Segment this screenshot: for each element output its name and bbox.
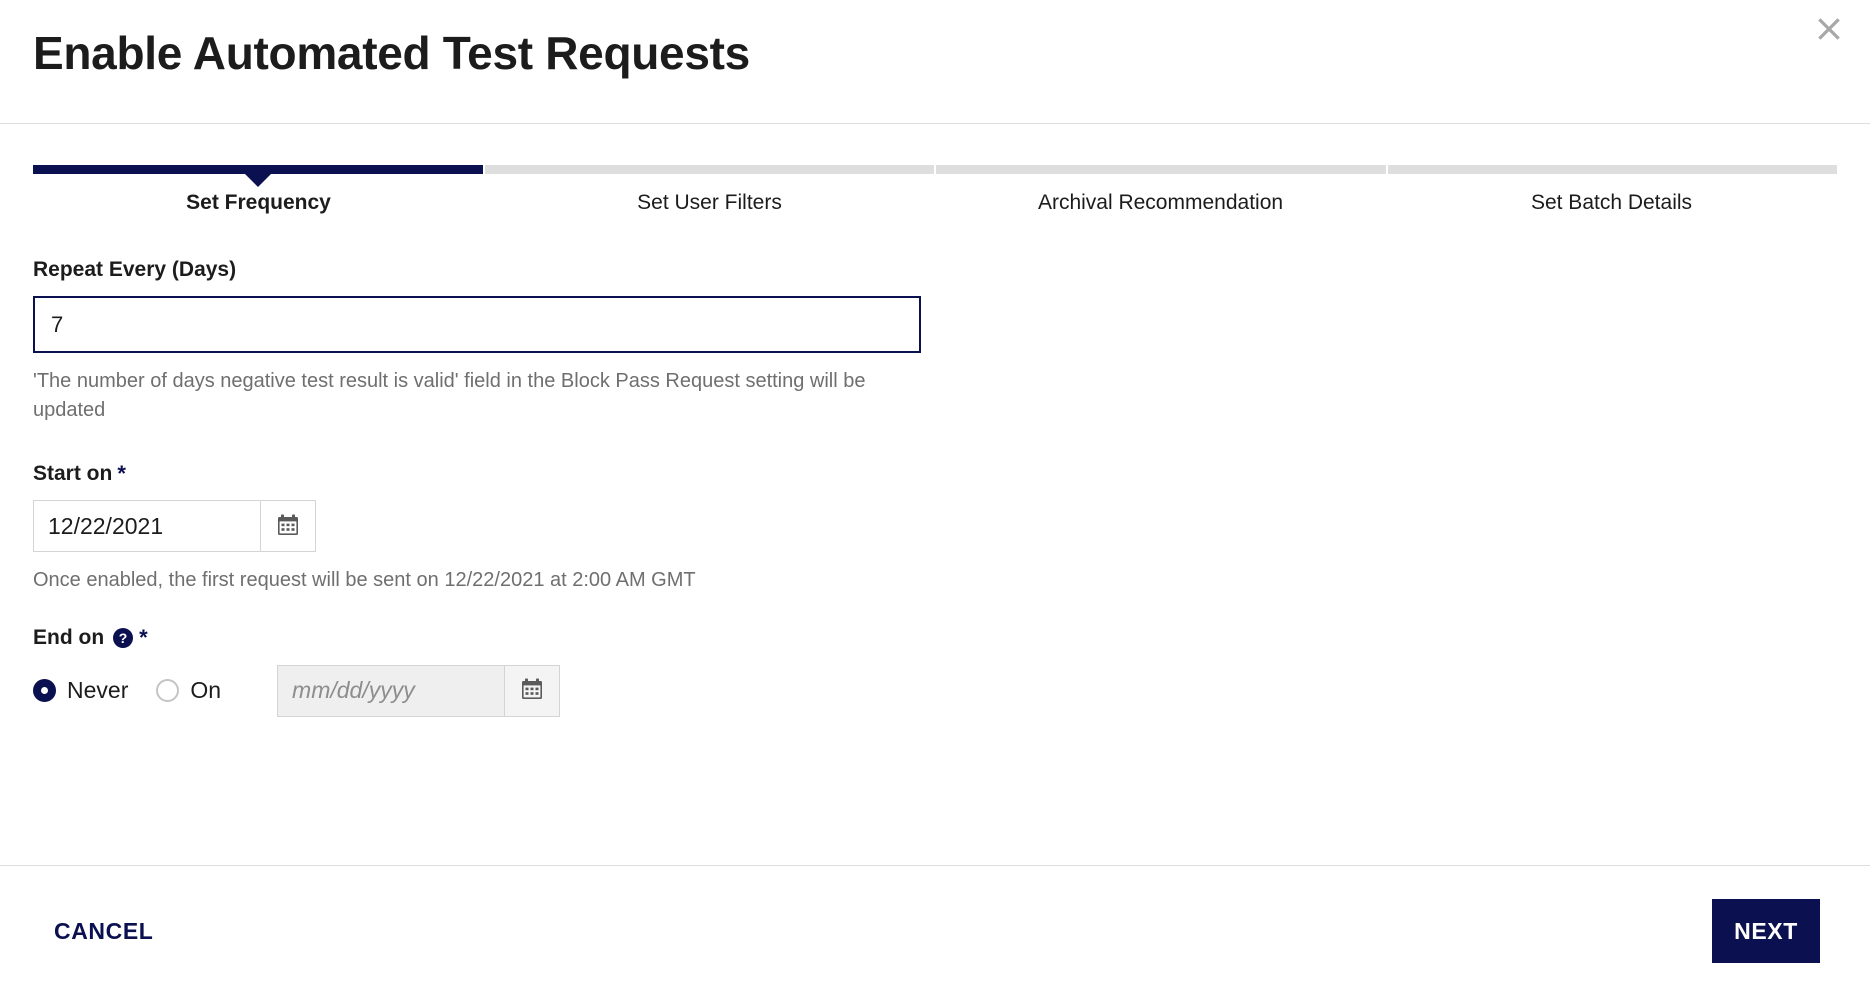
- start-on-label-text: Start on: [33, 462, 113, 486]
- stepper-segment-set-batch-details: [1387, 165, 1837, 174]
- start-on-date-input[interactable]: [33, 500, 260, 553]
- start-on-date-group: [33, 500, 316, 553]
- stepper-segment-set-user-filters: [484, 165, 936, 174]
- wizard-stepper: Set Frequency Set User Filters Archival …: [0, 165, 1870, 227]
- end-on-date-group: [277, 664, 561, 717]
- radio-on-label: On: [190, 677, 222, 704]
- stepper-progress-track: [33, 165, 1837, 174]
- start-on-label: Start on *: [33, 461, 1837, 486]
- svg-text:?: ?: [119, 630, 128, 646]
- help-circle-icon[interactable]: ?: [112, 627, 134, 649]
- end-on-label-text: End on: [33, 626, 105, 650]
- stepper-segment-set-frequency: [33, 165, 485, 174]
- end-on-required-marker: *: [139, 624, 148, 650]
- modal-footer: CANCEL NEXT: [0, 865, 1870, 996]
- tab-set-user-filters[interactable]: Set User Filters: [484, 191, 935, 215]
- start-on-calendar-button[interactable]: [260, 500, 316, 553]
- next-button[interactable]: NEXT: [1712, 899, 1820, 963]
- radio-on-mark: [156, 679, 180, 703]
- start-on-required-marker: *: [117, 460, 126, 486]
- tab-set-batch-details[interactable]: Set Batch Details: [1386, 191, 1837, 215]
- end-on-controls-row: Never On: [33, 664, 1837, 717]
- end-on-date-wrap: [277, 664, 561, 717]
- radio-never-label: Never: [67, 677, 129, 704]
- repeat-every-label-text: Repeat Every (Days): [33, 258, 237, 281]
- calendar-icon: [520, 677, 544, 704]
- radio-never-mark: [33, 679, 56, 703]
- modal-header: Enable Automated Test Requests: [0, 0, 1870, 124]
- end-on-date-input[interactable]: [277, 664, 505, 717]
- stepper-segment-archival-recommendation: [936, 165, 1388, 174]
- field-start-on: Start on * 12/22/2021 Once enabled, the …: [33, 461, 1837, 595]
- stepper-labels: Set Frequency Set User Filters Archival …: [33, 191, 1837, 215]
- repeat-every-hint: 'The number of days negative test result…: [33, 370, 866, 422]
- field-repeat-every: Repeat Every (Days) 'The number of days …: [33, 227, 1837, 425]
- end-on-calendar-button[interactable]: [504, 664, 561, 717]
- repeat-every-input[interactable]: [33, 296, 921, 354]
- page-title: Enable Automated Test Requests: [33, 27, 750, 79]
- repeat-every-label: Repeat Every (Days): [33, 257, 1837, 282]
- close-icon: [1816, 16, 1842, 42]
- tab-set-frequency[interactable]: Set Frequency: [33, 191, 484, 215]
- end-on-label: End on ? *: [33, 625, 1837, 650]
- field-end-on: End on ? * Never On: [33, 625, 1837, 717]
- radio-end-on-on[interactable]: On: [156, 677, 221, 704]
- modal-body: Repeat Every (Days) 'The number of days …: [0, 227, 1870, 847]
- cancel-button[interactable]: CANCEL: [50, 908, 157, 955]
- tab-archival-recommendation[interactable]: Archival Recommendation: [935, 191, 1386, 215]
- start-on-hint: Once enabled, the first request will be …: [33, 569, 696, 592]
- radio-end-on-never[interactable]: Never: [33, 677, 128, 704]
- calendar-icon: [276, 513, 300, 540]
- close-button[interactable]: [1808, 8, 1850, 50]
